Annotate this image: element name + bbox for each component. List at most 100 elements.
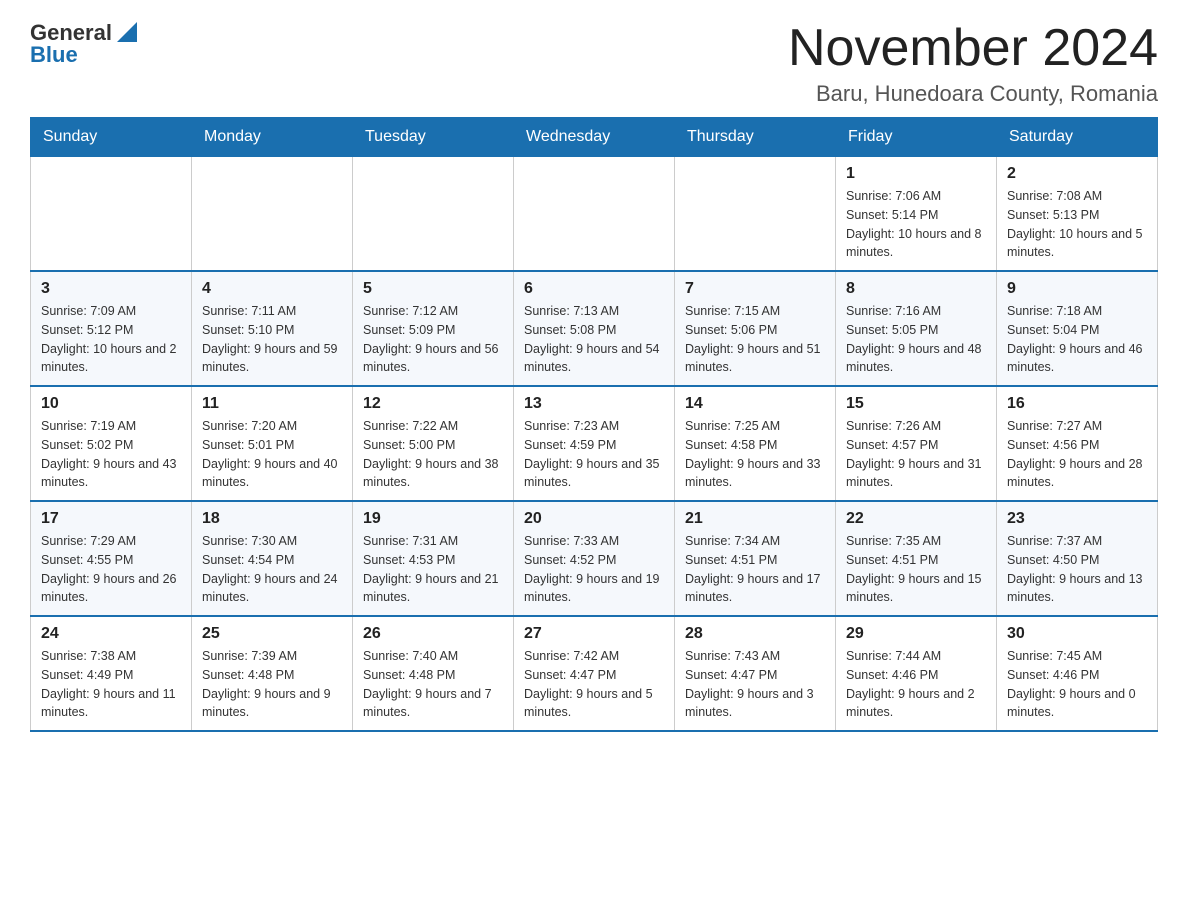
day-info: Sunrise: 7:12 AM Sunset: 5:09 PM Dayligh… (363, 302, 503, 377)
calendar-cell: 11 Sunrise: 7:20 AM Sunset: 5:01 PM Dayli… (192, 386, 353, 501)
calendar-cell: 18 Sunrise: 7:30 AM Sunset: 4:54 PM Dayli… (192, 501, 353, 616)
calendar-cell (514, 157, 675, 272)
day-number: 9 (1007, 280, 1147, 298)
calendar-cell: 1 Sunrise: 7:06 AM Sunset: 5:14 PM Daylig… (836, 157, 997, 272)
day-number: 19 (363, 510, 503, 528)
weekday-header-wednesday: Wednesday (514, 118, 675, 157)
day-number: 13 (524, 395, 664, 413)
calendar-cell: 10 Sunrise: 7:19 AM Sunset: 5:02 PM Dayli… (31, 386, 192, 501)
day-number: 15 (846, 395, 986, 413)
calendar-cell: 6Sunrise: 7:13 AM Sunset: 5:08 PM Daylig… (514, 271, 675, 386)
weekday-header-saturday: Saturday (997, 118, 1158, 157)
day-info: Sunrise: 7:09 AM Sunset: 5:12 PM Dayligh… (41, 302, 181, 377)
day-info: Sunrise: 7:15 AM Sunset: 5:06 PM Dayligh… (685, 302, 825, 377)
day-number: 29 (846, 625, 986, 643)
day-number: 10 (41, 395, 181, 413)
location-title: Baru, Hunedoara County, Romania (788, 81, 1158, 107)
day-number: 16 (1007, 395, 1147, 413)
calendar-cell: 20 Sunrise: 7:33 AM Sunset: 4:52 PM Dayli… (514, 501, 675, 616)
weekday-header-sunday: Sunday (31, 118, 192, 157)
day-info: Sunrise: 7:37 AM Sunset: 4:50 PM Dayligh… (1007, 532, 1147, 607)
day-info: Sunrise: 7:30 AM Sunset: 4:54 PM Dayligh… (202, 532, 342, 607)
calendar-cell: 25Sunrise: 7:39 AM Sunset: 4:48 PM Dayli… (192, 616, 353, 731)
calendar-cell: 7 Sunrise: 7:15 AM Sunset: 5:06 PM Daylig… (675, 271, 836, 386)
calendar-cell: 30 Sunrise: 7:45 AM Sunset: 4:46 PM Dayli… (997, 616, 1158, 731)
calendar-cell: 24Sunrise: 7:38 AM Sunset: 4:49 PM Dayli… (31, 616, 192, 731)
day-info: Sunrise: 7:34 AM Sunset: 4:51 PM Dayligh… (685, 532, 825, 607)
week-row-1: 1 Sunrise: 7:06 AM Sunset: 5:14 PM Daylig… (31, 157, 1158, 272)
calendar-cell: 23 Sunrise: 7:37 AM Sunset: 4:50 PM Dayli… (997, 501, 1158, 616)
day-info: Sunrise: 7:38 AM Sunset: 4:49 PM Dayligh… (41, 647, 181, 722)
day-number: 2 (1007, 165, 1147, 183)
day-number: 17 (41, 510, 181, 528)
weekday-header-friday: Friday (836, 118, 997, 157)
calendar-cell: 2 Sunrise: 7:08 AM Sunset: 5:13 PM Daylig… (997, 157, 1158, 272)
calendar-cell (675, 157, 836, 272)
day-number: 18 (202, 510, 342, 528)
calendar-table: SundayMondayTuesdayWednesdayThursdayFrid… (30, 117, 1158, 732)
month-title: November 2024 (788, 20, 1158, 77)
page-header: General Blue November 2024 Baru, Hunedoa… (30, 20, 1158, 107)
calendar-cell: 17 Sunrise: 7:29 AM Sunset: 4:55 PM Dayli… (31, 501, 192, 616)
calendar-cell (192, 157, 353, 272)
day-info: Sunrise: 7:08 AM Sunset: 5:13 PM Dayligh… (1007, 187, 1147, 262)
calendar-cell: 21 Sunrise: 7:34 AM Sunset: 4:51 PM Dayli… (675, 501, 836, 616)
weekday-header-thursday: Thursday (675, 118, 836, 157)
day-number: 30 (1007, 625, 1147, 643)
weekday-header-monday: Monday (192, 118, 353, 157)
day-number: 21 (685, 510, 825, 528)
day-number: 20 (524, 510, 664, 528)
day-info: Sunrise: 7:33 AM Sunset: 4:52 PM Dayligh… (524, 532, 664, 607)
calendar-cell: 29 Sunrise: 7:44 AM Sunset: 4:46 PM Dayli… (836, 616, 997, 731)
day-number: 1 (846, 165, 986, 183)
calendar-cell (353, 157, 514, 272)
day-info: Sunrise: 7:23 AM Sunset: 4:59 PM Dayligh… (524, 417, 664, 492)
day-number: 26 (363, 625, 503, 643)
day-number: 11 (202, 395, 342, 413)
calendar-cell: 22Sunrise: 7:35 AM Sunset: 4:51 PM Dayli… (836, 501, 997, 616)
day-info: Sunrise: 7:44 AM Sunset: 4:46 PM Dayligh… (846, 647, 986, 722)
calendar-cell: 16Sunrise: 7:27 AM Sunset: 4:56 PM Dayli… (997, 386, 1158, 501)
day-number: 12 (363, 395, 503, 413)
day-number: 23 (1007, 510, 1147, 528)
calendar-cell: 4 Sunrise: 7:11 AM Sunset: 5:10 PM Daylig… (192, 271, 353, 386)
day-info: Sunrise: 7:43 AM Sunset: 4:47 PM Dayligh… (685, 647, 825, 722)
calendar-cell: 12 Sunrise: 7:22 AM Sunset: 5:00 PM Dayli… (353, 386, 514, 501)
week-row-4: 17 Sunrise: 7:29 AM Sunset: 4:55 PM Dayli… (31, 501, 1158, 616)
day-number: 4 (202, 280, 342, 298)
weekday-header-tuesday: Tuesday (353, 118, 514, 157)
day-info: Sunrise: 7:16 AM Sunset: 5:05 PM Dayligh… (846, 302, 986, 377)
day-info: Sunrise: 7:06 AM Sunset: 5:14 PM Dayligh… (846, 187, 986, 262)
day-number: 25 (202, 625, 342, 643)
day-info: Sunrise: 7:31 AM Sunset: 4:53 PM Dayligh… (363, 532, 503, 607)
day-number: 22 (846, 510, 986, 528)
day-number: 28 (685, 625, 825, 643)
calendar-cell: 26 Sunrise: 7:40 AM Sunset: 4:48 PM Dayli… (353, 616, 514, 731)
day-info: Sunrise: 7:45 AM Sunset: 4:46 PM Dayligh… (1007, 647, 1147, 722)
logo-triangle-icon (115, 22, 137, 44)
logo-blue-text: Blue (30, 42, 78, 68)
day-number: 7 (685, 280, 825, 298)
day-number: 14 (685, 395, 825, 413)
day-number: 5 (363, 280, 503, 298)
calendar-cell: 14Sunrise: 7:25 AM Sunset: 4:58 PM Dayli… (675, 386, 836, 501)
day-number: 6 (524, 280, 664, 298)
week-row-2: 3 Sunrise: 7:09 AM Sunset: 5:12 PM Daylig… (31, 271, 1158, 386)
calendar-cell (31, 157, 192, 272)
calendar-cell: 28 Sunrise: 7:43 AM Sunset: 4:47 PM Dayli… (675, 616, 836, 731)
day-info: Sunrise: 7:20 AM Sunset: 5:01 PM Dayligh… (202, 417, 342, 492)
calendar-cell: 19 Sunrise: 7:31 AM Sunset: 4:53 PM Dayli… (353, 501, 514, 616)
day-number: 3 (41, 280, 181, 298)
day-info: Sunrise: 7:11 AM Sunset: 5:10 PM Dayligh… (202, 302, 342, 377)
day-info: Sunrise: 7:42 AM Sunset: 4:47 PM Dayligh… (524, 647, 664, 722)
day-info: Sunrise: 7:22 AM Sunset: 5:00 PM Dayligh… (363, 417, 503, 492)
day-info: Sunrise: 7:19 AM Sunset: 5:02 PM Dayligh… (41, 417, 181, 492)
logo: General Blue (30, 20, 137, 68)
day-info: Sunrise: 7:29 AM Sunset: 4:55 PM Dayligh… (41, 532, 181, 607)
day-info: Sunrise: 7:26 AM Sunset: 4:57 PM Dayligh… (846, 417, 986, 492)
title-block: November 2024 Baru, Hunedoara County, Ro… (788, 20, 1158, 107)
calendar-cell: 5 Sunrise: 7:12 AM Sunset: 5:09 PM Daylig… (353, 271, 514, 386)
day-info: Sunrise: 7:40 AM Sunset: 4:48 PM Dayligh… (363, 647, 503, 722)
week-row-3: 10 Sunrise: 7:19 AM Sunset: 5:02 PM Dayli… (31, 386, 1158, 501)
calendar-cell: 9Sunrise: 7:18 AM Sunset: 5:04 PM Daylig… (997, 271, 1158, 386)
